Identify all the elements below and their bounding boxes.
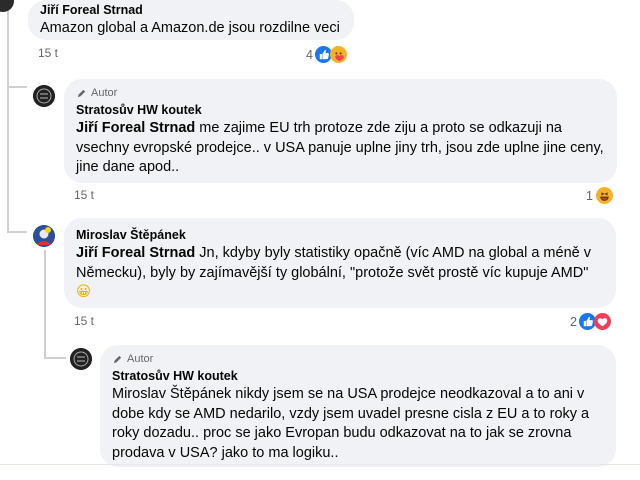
avatar[interactable] — [0, 0, 14, 12]
divider — [0, 464, 640, 465]
reaction-count: 4 — [306, 47, 313, 62]
comment-author-name[interactable]: Jiří Foreal Strnad — [40, 2, 342, 18]
thread-branch-2 — [7, 231, 27, 233]
care-icon — [329, 46, 347, 63]
avatar[interactable] — [33, 85, 55, 107]
thread-line-main — [7, 0, 9, 232]
comment-timestamp[interactable]: 15 t — [74, 314, 94, 328]
comment-timestamp[interactable]: 15 t — [38, 46, 58, 60]
love-icon — [593, 313, 611, 330]
comment-timestamp[interactable]: 15 t — [74, 188, 94, 202]
comment-text: Amazon global a Amazon.de jsou rozdilne … — [40, 20, 340, 36]
avatar[interactable] — [70, 348, 92, 370]
haha-icon — [595, 187, 613, 204]
mention-link[interactable]: Jiří Foreal Strnad — [76, 245, 195, 261]
comment-author-name[interactable]: Stratosův HW koutek — [76, 102, 605, 118]
comment-author-name[interactable]: Stratosův HW koutek — [112, 368, 604, 384]
comment-author-name[interactable]: Miroslav Štěpánek — [76, 227, 604, 243]
author-badge: Autor — [76, 86, 605, 100]
thread-branch-3 — [44, 357, 66, 359]
comment-text: Miroslav Štěpánek nikdy jsem se na USA p… — [112, 386, 590, 461]
reaction-count: 1 — [586, 188, 593, 203]
thread-line-sub — [44, 250, 46, 358]
thread-branch-1 — [7, 86, 27, 88]
author-badge: Autor — [112, 352, 604, 366]
comment-text: Jiří Foreal Strnad me zajime EU trh prot… — [76, 120, 604, 175]
reaction-count: 2 — [570, 314, 577, 329]
avatar[interactable] — [33, 225, 55, 247]
comment-text: Jiří Foreal Strnad Jn, kdyby byly statis… — [76, 245, 591, 300]
pencil-icon — [113, 355, 122, 363]
grinning-emoji-icon: 😀 — [76, 284, 92, 300]
pencil-icon — [77, 89, 86, 97]
comment-bubble: Jiří Foreal Strnad Amazon global a Amazo… — [28, 0, 354, 40]
mention-link[interactable]: Jiří Foreal Strnad — [76, 120, 195, 136]
reaction-summary[interactable]: 2 — [570, 313, 611, 330]
comment-bubble: Autor Stratosův HW koutek Miroslav Štěpá… — [100, 345, 616, 467]
author-badge-label: Autor — [127, 353, 154, 365]
comment-bubble: Miroslav Štěpánek Jiří Foreal Strnad Jn,… — [64, 218, 616, 308]
reaction-summary[interactable]: 4 — [306, 46, 347, 63]
reaction-summary[interactable]: 1 — [586, 187, 613, 204]
author-badge-label: Autor — [91, 87, 118, 99]
comment-bubble: Autor Stratosův HW koutek Jiří Foreal St… — [64, 79, 617, 183]
